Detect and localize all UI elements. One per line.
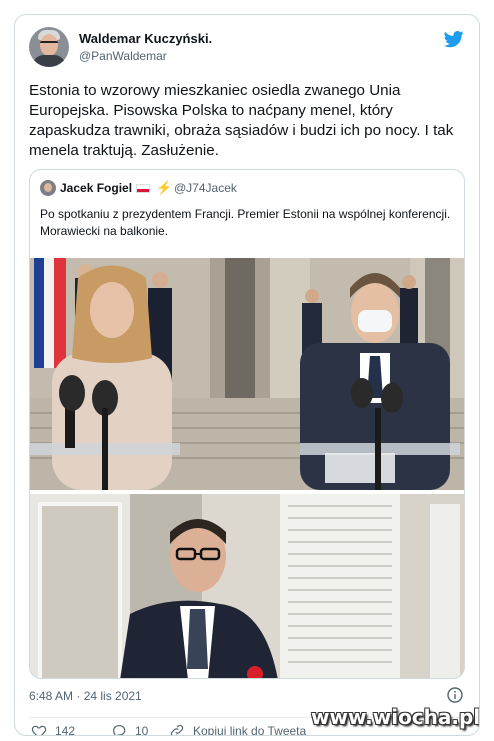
tweet-timestamp[interactable]: 6:48 AM · 24 lis 2021 <box>29 689 142 703</box>
like-count: 142 <box>55 724 76 736</box>
reply-button[interactable]: 10 <box>111 723 149 736</box>
quoted-author-handle[interactable]: @J74Jacek <box>174 181 237 195</box>
like-button[interactable]: 142 <box>31 723 76 736</box>
tweet-card: Waldemar Kuczyński. @PanWaldemar Estonia… <box>14 14 480 736</box>
info-icon[interactable] <box>447 687 463 703</box>
quoted-author-name[interactable]: Jacek Fogiel <box>60 181 132 195</box>
author-avatar[interactable] <box>29 27 69 67</box>
author-name[interactable]: Waldemar Kuczyński. <box>79 31 212 46</box>
reply-count: 10 <box>135 724 149 736</box>
photo-balcony[interactable] <box>30 494 464 678</box>
tweet-header: Waldemar Kuczyński. @PanWaldemar <box>29 27 469 71</box>
quoted-text: Po spotkaniu z prezydentem Francji. Prem… <box>40 207 451 238</box>
twitter-bird-icon[interactable] <box>443 29 465 49</box>
copy-link-label: Kopiuj link do Tweeta <box>193 724 307 736</box>
quoted-tweet[interactable]: Jacek Fogiel ⚡ @J74Jacek Po spotkaniu z … <box>29 169 465 679</box>
quoted-avatar <box>40 180 56 196</box>
reply-icon <box>113 725 126 735</box>
author-handle[interactable]: @PanWaldemar <box>79 49 167 63</box>
copy-link-button[interactable]: Kopiuj link do Tweeta <box>169 723 307 736</box>
poland-flag-icon <box>136 184 150 193</box>
link-icon <box>170 724 184 735</box>
photo-press-conference[interactable] <box>30 258 464 490</box>
lightning-icon: ⚡ <box>156 180 173 195</box>
site-watermark: www.wiocha.pl <box>311 705 480 729</box>
tweet-text: Estonia to wzorowy mieszkaniec osiedla z… <box>29 82 454 159</box>
heart-icon <box>31 725 47 735</box>
quoted-header: Jacek Fogiel ⚡ @J74Jacek <box>40 180 460 198</box>
